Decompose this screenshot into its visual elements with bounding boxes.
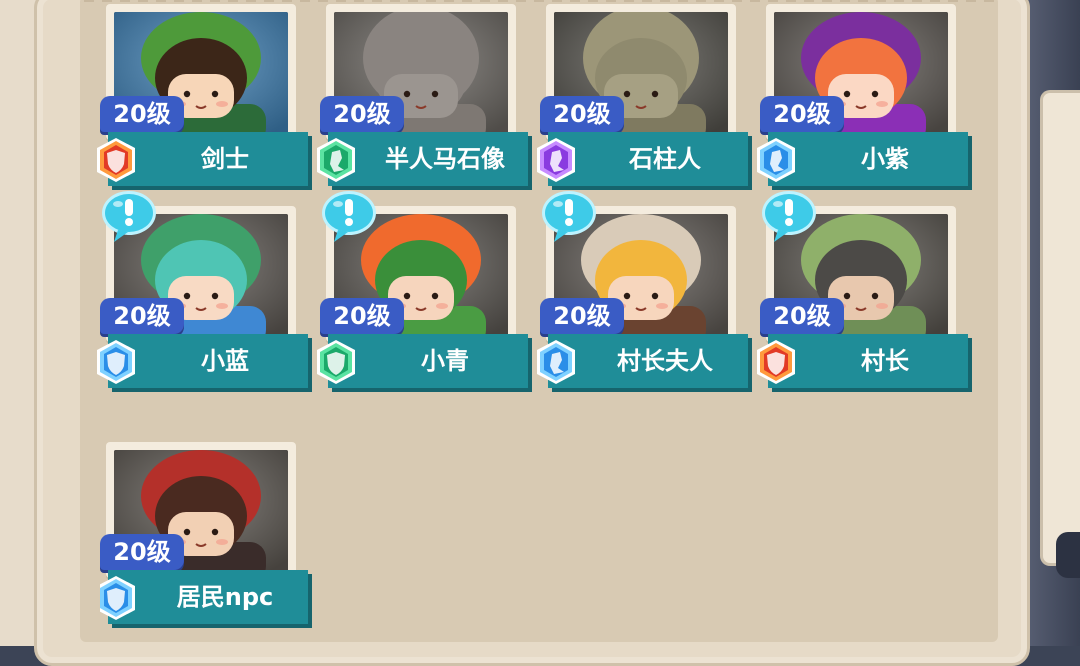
character-name: 石柱人 bbox=[629, 145, 701, 173]
name-bar: 石柱人 bbox=[548, 132, 748, 186]
alert-bubble-icon[interactable] bbox=[758, 188, 820, 244]
blue-shield-icon bbox=[94, 338, 138, 386]
character-name: 小蓝 bbox=[201, 347, 249, 375]
character-name: 剑士 bbox=[201, 145, 249, 173]
name-bar: 小蓝 bbox=[108, 334, 308, 388]
character-name: 半人马石像 bbox=[385, 145, 505, 173]
level-badge: 20级 bbox=[100, 96, 184, 132]
green-shield-icon bbox=[314, 338, 358, 386]
character-name: 居民npc bbox=[176, 583, 274, 611]
side-panel-tab[interactable] bbox=[1056, 532, 1080, 578]
character-card[interactable]: 20级 小蓝 bbox=[97, 191, 312, 430]
character-card[interactable]: 20级 村长夫人 bbox=[537, 191, 752, 430]
name-bar: 剑士 bbox=[108, 132, 308, 186]
level-badge: 20级 bbox=[320, 96, 404, 132]
character-name: 村长夫人 bbox=[617, 347, 713, 375]
alert-bubble-icon[interactable] bbox=[538, 188, 600, 244]
name-bar: 村长夫人 bbox=[548, 334, 748, 388]
side-panel-edge bbox=[1040, 90, 1080, 566]
character-card[interactable]: 20级 小青 bbox=[317, 191, 532, 430]
character-card[interactable]: 20级 居民npc bbox=[100, 442, 312, 646]
alert-bubble-icon[interactable] bbox=[318, 188, 380, 244]
blue-emblem-icon bbox=[534, 338, 578, 386]
name-bar: 半人马石像 bbox=[328, 132, 528, 186]
level-badge: 20级 bbox=[760, 96, 844, 132]
level-badge: 20级 bbox=[100, 534, 184, 570]
character-name: 小紫 bbox=[861, 145, 909, 173]
character-card[interactable]: 20级 村长 bbox=[757, 191, 972, 430]
level-badge: 20级 bbox=[540, 298, 624, 334]
name-bar: 小青 bbox=[328, 334, 528, 388]
blue-shield-icon bbox=[100, 574, 138, 622]
level-badge: 20级 bbox=[760, 298, 844, 334]
character-name: 小青 bbox=[421, 347, 469, 375]
name-bar: 小紫 bbox=[768, 132, 968, 186]
page-divider bbox=[84, 0, 994, 2]
purple-emblem-icon bbox=[534, 136, 578, 184]
level-badge: 20级 bbox=[320, 298, 404, 334]
level-badge: 20级 bbox=[540, 96, 624, 132]
alert-bubble-icon[interactable] bbox=[98, 188, 160, 244]
name-bar: 居民npc bbox=[108, 570, 308, 624]
red-shield-icon bbox=[754, 338, 798, 386]
green-emblem-icon bbox=[314, 136, 358, 184]
red-shield-icon bbox=[94, 136, 138, 184]
level-badge: 20级 bbox=[100, 298, 184, 334]
character-name: 村长 bbox=[861, 347, 909, 375]
blue-emblem-icon bbox=[754, 136, 798, 184]
name-bar: 村长 bbox=[768, 334, 968, 388]
